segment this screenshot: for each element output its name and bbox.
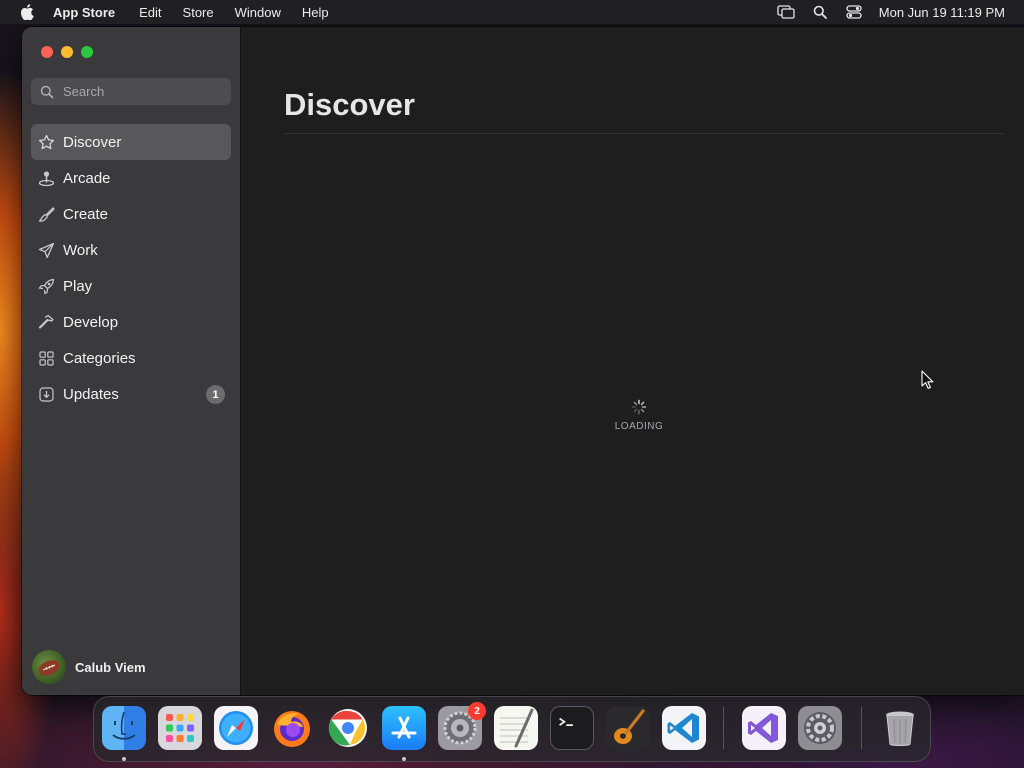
menu-app-store[interactable]: App Store	[53, 5, 115, 20]
sidebar-item-label: Create	[63, 205, 109, 223]
menu-window[interactable]: Window	[235, 5, 281, 20]
system-preferences-notification-badge: 2	[468, 702, 486, 720]
dock-safari[interactable]	[214, 706, 258, 750]
updates-count-badge: 1	[206, 385, 225, 404]
sidebar-nav: Discover Arcade Create Work Play Develop…	[31, 124, 231, 412]
settings-gear-icon	[804, 712, 836, 744]
dock-finder[interactable]	[102, 706, 146, 750]
avatar	[32, 650, 66, 684]
joystick-icon	[37, 169, 55, 187]
spotlight-search-icon[interactable]	[811, 4, 829, 20]
menu-store[interactable]: Store	[183, 5, 214, 20]
textedit-icon	[500, 708, 534, 748]
firefox-icon	[274, 711, 310, 747]
dock-separator	[723, 707, 724, 749]
sidebar-item-label: Work	[63, 241, 98, 259]
sidebar-item-arcade[interactable]: Arcade	[31, 160, 231, 196]
dock-textedit[interactable]	[494, 706, 538, 750]
screen-mirroring-icon[interactable]	[777, 4, 795, 20]
launchpad-icon	[166, 714, 194, 742]
window-controls	[41, 46, 93, 58]
paper-plane-icon	[37, 241, 55, 259]
menu-edit[interactable]: Edit	[139, 5, 161, 20]
sidebar-item-label: Play	[63, 277, 93, 295]
dock-vscode[interactable]	[662, 706, 706, 750]
dock-system-preferences[interactable]: 2	[438, 702, 486, 750]
app-store-icon	[391, 716, 417, 739]
loading-spinner-icon	[631, 399, 647, 415]
download-icon	[37, 385, 55, 403]
sidebar-item-work[interactable]: Work	[31, 232, 231, 268]
star-icon	[37, 133, 55, 151]
page-title: Discover	[284, 87, 415, 122]
dock-separator	[861, 707, 862, 749]
sidebar-item-label: Updates	[63, 385, 119, 403]
dock-terminal[interactable]	[550, 706, 594, 750]
search-input[interactable]	[63, 84, 213, 99]
garageband-icon	[614, 709, 645, 744]
sidebar-item-play[interactable]: Play	[31, 268, 231, 304]
safari-icon	[219, 711, 253, 745]
dock-garageband[interactable]	[606, 706, 650, 750]
sidebar-item-discover[interactable]: Discover	[31, 124, 231, 160]
sidebar-item-label: Categories	[63, 349, 136, 367]
dock-launchpad[interactable]	[158, 706, 202, 750]
dock-app-store[interactable]	[382, 706, 426, 750]
main-content: Discover LOADING	[242, 27, 1024, 695]
app-store-running-indicator	[402, 757, 406, 761]
search-field[interactable]	[31, 78, 231, 105]
trash-icon	[886, 711, 914, 746]
hammer-icon	[37, 313, 55, 331]
brush-icon	[37, 205, 55, 223]
finder-icon	[112, 711, 136, 740]
apple-menu-icon[interactable]	[20, 4, 34, 20]
rocket-icon	[37, 277, 55, 295]
menu-help[interactable]: Help	[302, 5, 329, 20]
dock-firefox[interactable]	[270, 706, 314, 750]
search-icon	[40, 85, 54, 99]
loading-text: LOADING	[614, 421, 664, 432]
zoom-window-button[interactable]	[81, 46, 93, 58]
finder-running-indicator	[122, 757, 126, 761]
sidebar-item-label: Arcade	[63, 169, 111, 187]
dock-visual-studio[interactable]	[742, 706, 786, 750]
account-button[interactable]: Calub Viem	[32, 650, 146, 684]
loading-indicator: LOADING	[599, 399, 679, 432]
control-center-icon[interactable]	[845, 4, 863, 20]
app-store-window: Discover Arcade Create Work	[22, 27, 1024, 695]
grid-icon	[37, 349, 55, 367]
title-divider	[284, 133, 1004, 134]
sidebar-item-create[interactable]: Create	[31, 196, 231, 232]
dock-system-settings[interactable]	[798, 706, 842, 750]
terminal-icon	[559, 717, 573, 726]
dock: 2	[93, 696, 931, 762]
sidebar-item-categories[interactable]: Categories	[31, 340, 231, 376]
dock-chrome[interactable]	[326, 706, 370, 750]
sidebar-item-updates[interactable]: Updates 1	[31, 376, 231, 412]
menu-bar-clock[interactable]: Mon Jun 19 11:19 PM	[879, 5, 1005, 20]
sidebar-item-develop[interactable]: Develop	[31, 304, 231, 340]
user-name: Calub Viem	[75, 659, 146, 675]
minimize-window-button[interactable]	[61, 46, 73, 58]
close-window-button[interactable]	[41, 46, 53, 58]
sidebar: Discover Arcade Create Work	[22, 27, 241, 695]
dock-trash[interactable]	[878, 706, 922, 750]
vscode-icon	[667, 713, 699, 743]
sidebar-item-label: Discover	[63, 133, 122, 151]
chrome-icon	[328, 709, 367, 747]
visual-studio-icon	[748, 713, 778, 743]
menu-bar: App Store Edit Store Window Help Mon Jun…	[0, 0, 1024, 24]
sidebar-item-label: Develop	[63, 313, 119, 331]
mouse-pointer-icon	[921, 370, 934, 389]
